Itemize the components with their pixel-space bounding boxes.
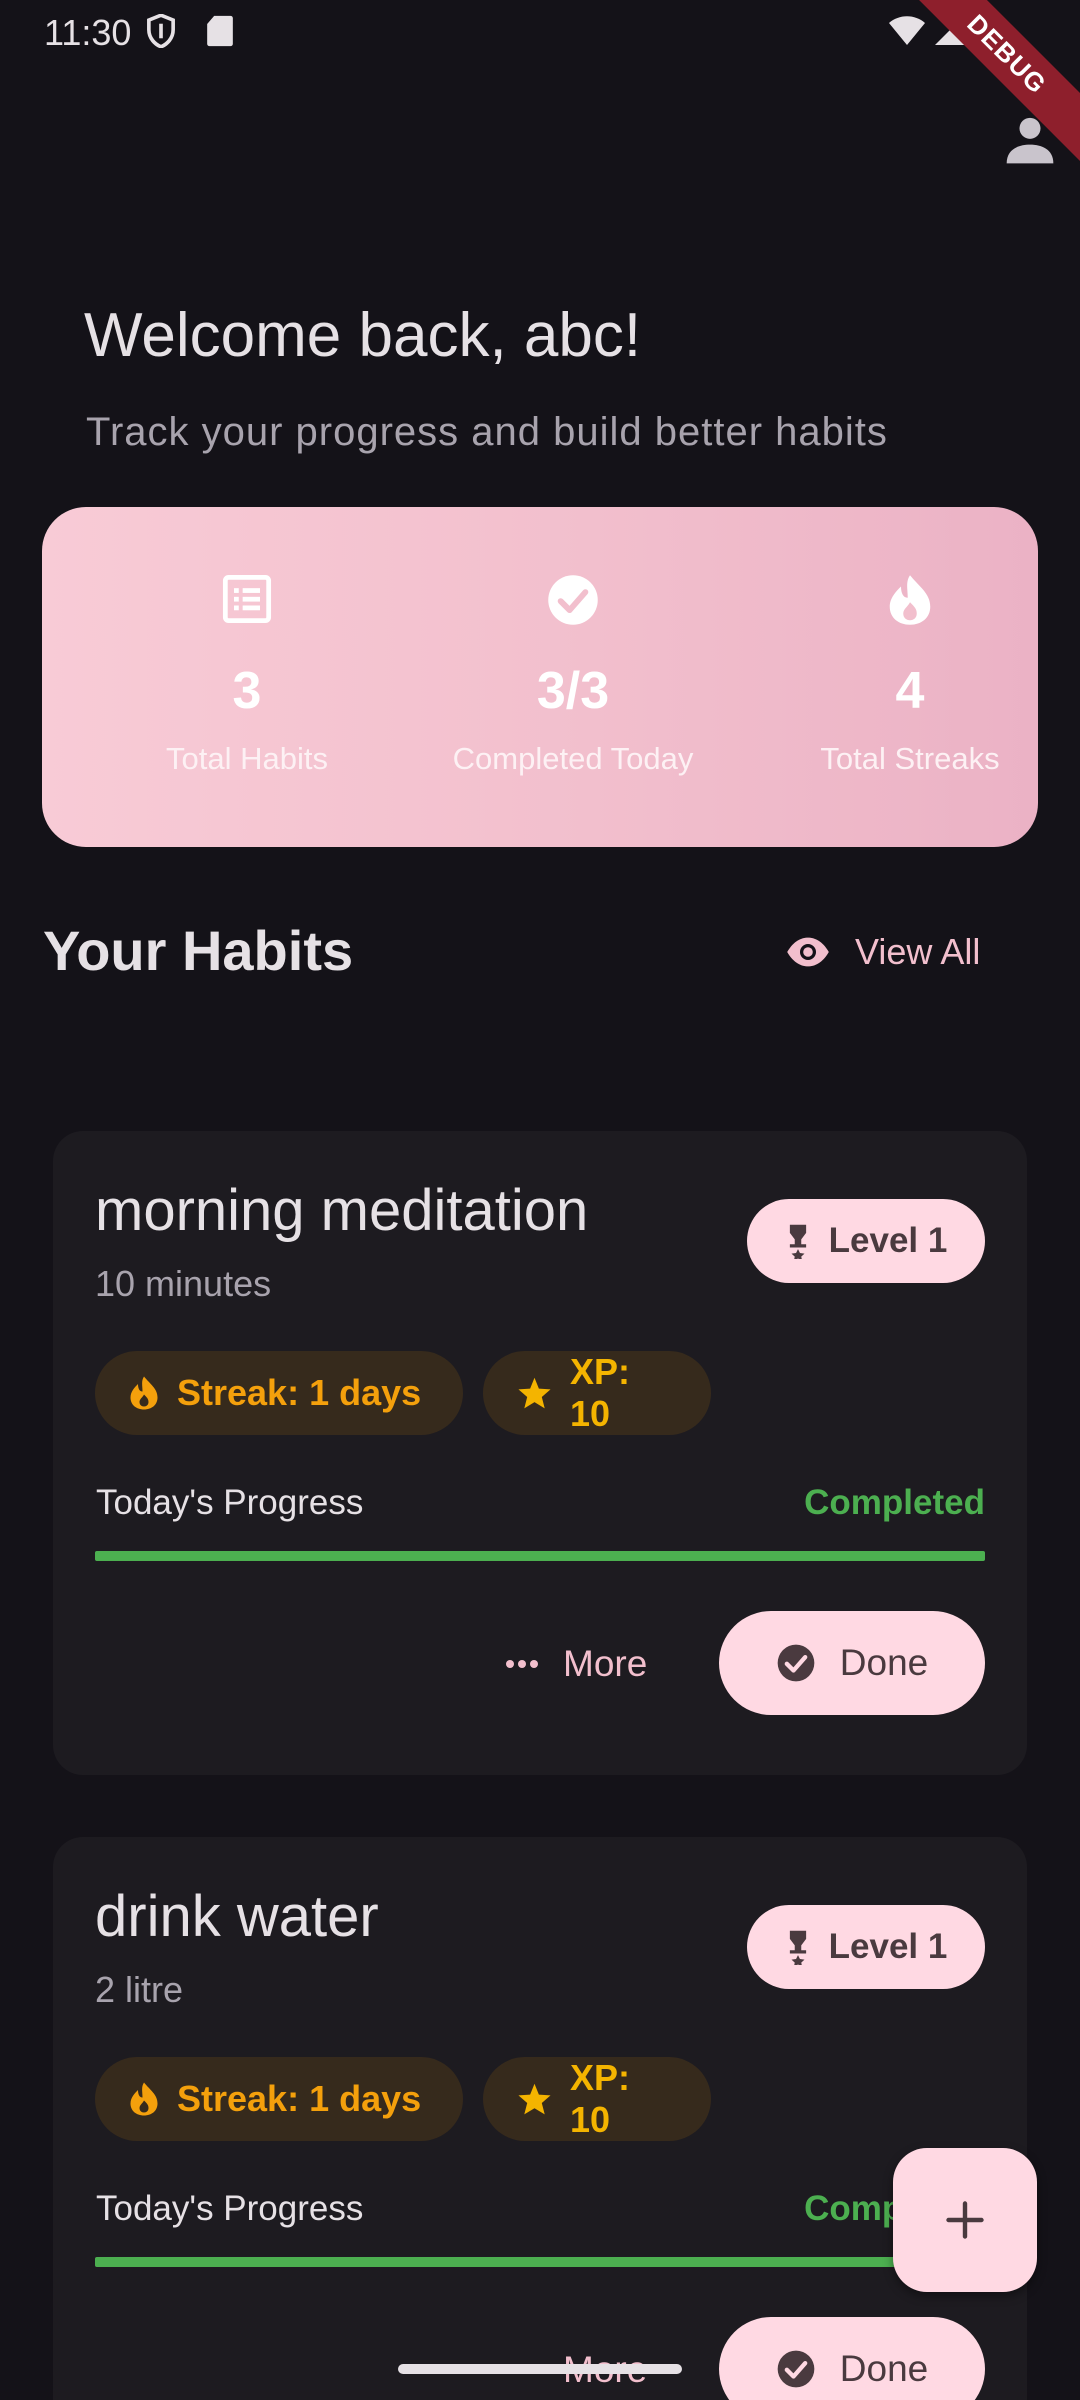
status-bar: 11:30 DEBUG xyxy=(0,0,1080,174)
check-circle-icon xyxy=(380,573,766,637)
more-horiz-icon xyxy=(506,1660,538,1668)
app-screen: 11:30 DEBUG Welcome back, abc! Track you… xyxy=(0,0,1080,2400)
flame-icon xyxy=(130,2082,158,2116)
progress-bar xyxy=(95,1551,985,1561)
done-button[interactable]: Done xyxy=(719,2317,985,2400)
progress-label: Today's Progress xyxy=(96,2189,364,2228)
progress-bar-fill xyxy=(95,2257,985,2267)
stat-label: Total Streaks xyxy=(820,741,1000,776)
level-badge: Level 1 xyxy=(747,1905,985,1989)
view-all-label: View All xyxy=(855,931,981,972)
stat-value: 4 xyxy=(895,662,925,720)
more-label: More xyxy=(563,1643,648,1684)
stat-value: 3/3 xyxy=(536,662,610,720)
stat-total-streaks: 4 Total Streaks xyxy=(732,507,1080,777)
gesture-nav-handle[interactable] xyxy=(398,2364,682,2374)
done-button[interactable]: Done xyxy=(719,1611,985,1715)
level-label: Level 1 xyxy=(828,1927,948,1966)
done-label: Done xyxy=(839,2348,929,2389)
section-title: Your Habits xyxy=(43,919,354,982)
progress-bar xyxy=(95,2257,985,2267)
sd-card-icon xyxy=(206,14,234,53)
done-label: Done xyxy=(839,1642,929,1683)
list-icon xyxy=(97,573,397,637)
welcome-title: Welcome back, abc! xyxy=(84,301,642,370)
level-label: Level 1 xyxy=(828,1221,948,1260)
flame-icon xyxy=(130,1376,158,1410)
stat-label: Total Habits xyxy=(166,741,328,776)
plus-icon xyxy=(946,2201,984,2239)
profile-button[interactable] xyxy=(1002,112,1058,168)
flame-icon xyxy=(732,573,1080,637)
streak-chip: Streak: 1 days xyxy=(95,1351,463,1435)
xp-chip: XP: 10 xyxy=(483,2057,711,2141)
habit-card[interactable]: morning meditation 10 minutes Level 1 St… xyxy=(53,1131,1027,1775)
habit-name: morning meditation xyxy=(95,1178,589,1243)
shield-icon xyxy=(146,13,176,53)
welcome-subtitle: Track your progress and build better hab… xyxy=(86,410,888,454)
wifi-icon xyxy=(888,14,926,51)
stats-summary-card: 3 Total Habits 3/3 Completed Today 4 Tot… xyxy=(42,507,1038,847)
level-badge: Level 1 xyxy=(747,1199,985,1283)
habit-description: 10 minutes xyxy=(95,1263,272,1304)
check-circle-icon xyxy=(777,1644,815,1682)
xp-chip: XP: 10 xyxy=(483,1351,711,1435)
check-circle-icon xyxy=(777,2350,815,2388)
stat-label: Completed Today xyxy=(452,741,694,776)
progress-bar-fill xyxy=(95,1551,985,1561)
add-habit-button[interactable] xyxy=(893,2148,1037,2292)
stat-total-habits: 3 Total Habits xyxy=(97,507,397,777)
trophy-icon xyxy=(789,1930,806,1965)
xp-label: XP: 10 xyxy=(570,1351,631,1434)
status-time: 11:30 xyxy=(44,12,132,53)
more-button[interactable]: More xyxy=(505,1637,647,1691)
view-all-button[interactable]: View All xyxy=(785,922,980,982)
habit-name: drink water xyxy=(95,1884,379,1949)
star-icon xyxy=(518,1377,551,1409)
habit-description: 2 litre xyxy=(95,1969,184,2010)
eye-icon xyxy=(787,937,829,967)
xp-label: XP: 10 xyxy=(570,2057,631,2140)
progress-label: Today's Progress xyxy=(96,1483,364,1522)
habit-card[interactable]: drink water 2 litre Level 1 Streak: 1 da… xyxy=(53,1837,1027,2400)
person-icon xyxy=(1006,117,1054,164)
star-icon xyxy=(518,2083,551,2115)
progress-status: Completed xyxy=(804,1483,985,1522)
streak-label: Streak: 1 days xyxy=(177,1372,422,1413)
stat-value: 3 xyxy=(232,662,262,720)
trophy-icon xyxy=(789,1224,806,1259)
streak-chip: Streak: 1 days xyxy=(95,2057,463,2141)
streak-label: Streak: 1 days xyxy=(177,2078,422,2119)
stat-completed-today: 3/3 Completed Today xyxy=(380,507,766,777)
